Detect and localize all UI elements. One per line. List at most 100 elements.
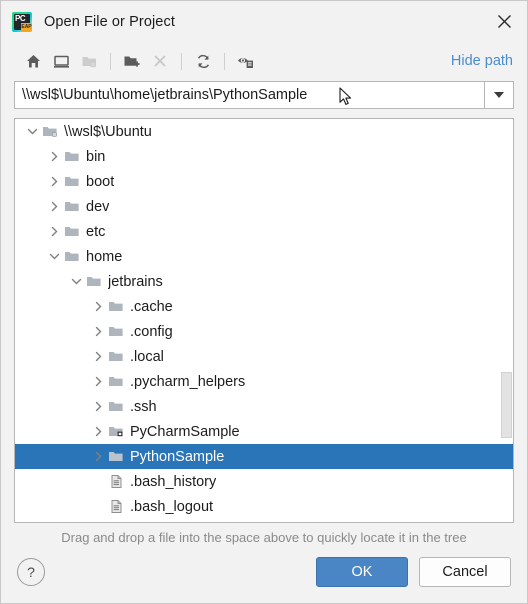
chevron-right-icon [51,226,58,237]
pycharm-logo-icon: PC EAP [12,11,32,32]
project-folder-button [75,47,103,75]
tree-row-label: .bash_history [130,473,217,490]
button-bar: ? OK Cancel [1,545,527,603]
show-hidden-button[interactable] [232,47,260,75]
tree-row[interactable]: etc [15,219,513,244]
tree-toggle[interactable] [46,175,63,188]
folder-icon [107,399,125,414]
path-row: \\wsl$\Ubuntu\home\jetbrains\PythonSampl… [1,81,527,109]
tree-row-label: PyCharmSample [130,423,240,440]
tree-row-label: bin [86,148,106,165]
tree-row-label: .bash_logout [130,498,214,515]
ok-button[interactable]: OK [316,557,408,587]
network-folder-icon [41,124,59,139]
close-icon [497,15,511,28]
home-button[interactable] [19,47,47,75]
tree-row-label: .ssh [130,398,157,415]
vertical-scrollbar[interactable] [500,119,513,522]
tree-toggle[interactable] [90,350,107,363]
tree-row[interactable]: \\wsl$\Ubuntu [15,119,513,144]
delete-icon [154,55,166,67]
tree-row-label: .config [130,323,173,340]
tree-row-label: boot [86,173,115,190]
tree-row[interactable]: .cache [15,294,513,319]
home-icon [26,54,40,67]
delete-button [146,47,174,75]
chevron-right-icon [95,401,102,412]
tree-row[interactable]: .config [15,319,513,344]
folder-icon [63,149,81,164]
chevron-right-icon [95,351,102,362]
chevron-right-icon [95,426,102,437]
tree-row[interactable]: PythonSample [15,444,513,469]
folder-icon [63,174,81,189]
toolbar-separator [110,52,111,70]
tree-toggle[interactable] [90,450,107,463]
tree-row[interactable]: .pycharm_helpers [15,369,513,394]
tree-row[interactable]: .bashrc [15,519,513,522]
tree-toggle[interactable] [24,125,41,138]
tree-toggle[interactable] [90,325,107,338]
folder-icon [63,249,81,264]
chevron-right-icon [51,176,58,187]
tree-row-label: PythonSample [130,448,225,465]
tree-toggle[interactable] [46,225,63,238]
tree-row[interactable]: home [15,244,513,269]
desktop-button[interactable] [47,47,75,75]
tree-row[interactable]: .bash_history [15,469,513,494]
chevron-right-icon [51,151,58,162]
project-folder-icon [82,56,96,67]
tree-toggle[interactable] [46,150,63,163]
tree-row[interactable]: dev [15,194,513,219]
folder-icon [107,449,125,464]
tree-row-label: dev [86,198,110,215]
tree-row[interactable]: jetbrains [15,269,513,294]
file-icon [107,499,125,514]
file-tree[interactable]: \\wsl$\Ubuntu bin boot dev etc home jetbrains.… [15,119,513,522]
tree-row[interactable]: PyCharmSample [15,419,513,444]
new-folder-button[interactable] [118,47,146,75]
tree-row-label: jetbrains [108,273,163,290]
tree-row[interactable]: .bash_logout [15,494,513,519]
tree-toggle[interactable] [90,425,107,438]
chevron-down-icon [494,92,504,98]
tree-row-label: .pycharm_helpers [130,373,246,390]
chevron-down-icon [49,253,60,260]
tree-row-label: .cache [130,298,173,315]
tree-toggle[interactable] [90,400,107,413]
file-tree-panel: \\wsl$\Ubuntu bin boot dev etc home jetbrains.… [14,118,514,523]
tree-toggle[interactable] [90,375,107,388]
tree-toggle[interactable] [90,300,107,313]
tree-toggle[interactable] [46,200,63,213]
toolbar-separator [181,52,182,70]
logo-text: PC [15,13,26,23]
title-bar: PC EAP Open File or Project [1,1,527,42]
tree-toggle[interactable] [68,275,85,288]
folder-icon [85,274,103,289]
file-icon [107,474,125,489]
desktop-icon [53,55,69,68]
toolbar: Hide path [1,42,527,80]
tree-row[interactable]: .ssh [15,394,513,419]
tree-row[interactable]: boot [15,169,513,194]
chevron-right-icon [95,376,102,387]
drag-drop-hint: Drag and drop a file into the space abov… [61,530,467,545]
refresh-icon [197,54,209,68]
tree-row-label: \\wsl$\Ubuntu [64,123,152,140]
help-button[interactable]: ? [17,558,45,586]
tree-row-label: .local [130,348,164,365]
refresh-button[interactable] [189,47,217,75]
chevron-right-icon [95,326,102,337]
tree-row-label: home [86,248,123,265]
hide-path-link[interactable]: Hide path [451,53,513,69]
close-button[interactable] [481,1,527,42]
chevron-down-icon [71,278,82,285]
tree-toggle[interactable] [46,250,63,263]
open-file-dialog: PC EAP Open File or Project Hide path \\… [0,0,528,604]
path-dropdown-button[interactable] [485,81,514,109]
tree-row[interactable]: .local [15,344,513,369]
path-input[interactable]: \\wsl$\Ubuntu\home\jetbrains\PythonSampl… [14,81,485,109]
tree-row[interactable]: bin [15,144,513,169]
cancel-button[interactable]: Cancel [419,557,511,587]
scrollbar-thumb[interactable] [501,372,512,438]
